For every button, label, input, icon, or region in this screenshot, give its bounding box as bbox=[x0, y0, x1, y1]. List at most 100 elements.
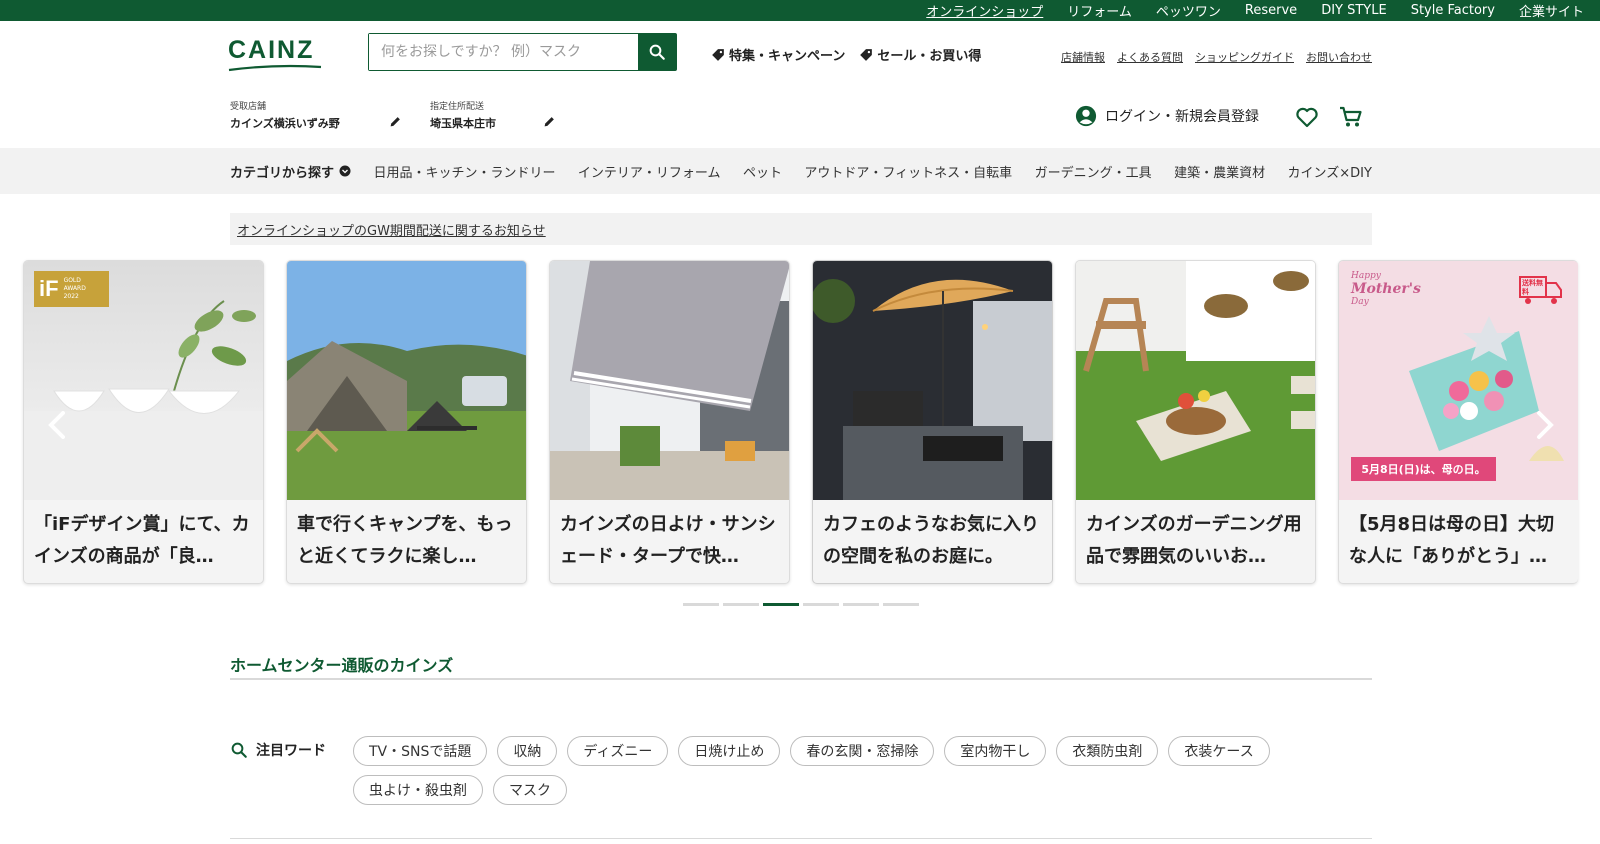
login-label: ログイン・新規会員登録 bbox=[1105, 109, 1259, 125]
section-title: ホームセンター通販のカインズ bbox=[230, 656, 454, 675]
carousel-card-camping[interactable]: 車で行くキャンプを、もっと近くてラクに楽し… bbox=[286, 260, 527, 584]
mothers-day-banner: 5月8日(日)は、母の日。 bbox=[1351, 457, 1496, 481]
carousel-card-shade[interactable]: カインズの日よけ・サンシェード・タープで快… bbox=[549, 260, 790, 584]
feature-carousel: iF GOLD AWARD 2022 「iFデザイン賞」にて、カインズの商品が「… bbox=[0, 260, 1600, 590]
carousel-card-cafe[interactable]: カフェのようなお気に入りの空間を私のお庭に。 bbox=[812, 260, 1053, 584]
account-icon bbox=[1075, 105, 1097, 127]
login-link[interactable]: ログイン・新規会員登録 bbox=[1075, 105, 1259, 127]
cart-icon[interactable] bbox=[1339, 106, 1363, 128]
tag-icon bbox=[712, 48, 724, 61]
sale-link-label: セール・お買い得 bbox=[877, 49, 982, 64]
keyword-chip[interactable]: 虫よけ・殺虫剤 bbox=[353, 775, 483, 805]
category-gardening[interactable]: ガーデニング・工具 bbox=[1035, 162, 1152, 181]
search-icon bbox=[231, 742, 247, 758]
if-award-badge: iF GOLD AWARD 2022 bbox=[34, 271, 109, 307]
award-text: GOLD AWARD 2022 bbox=[64, 277, 86, 301]
cafe-garden-image bbox=[813, 261, 1052, 500]
top-link-reform[interactable]: リフォーム bbox=[1067, 1, 1132, 20]
keyword-chip[interactable]: 衣装ケース bbox=[1168, 736, 1270, 766]
card-image: Happy Mother's Day 送料無料 5月8日(日)は、母の日。 bbox=[1339, 261, 1578, 500]
logo-swoosh-icon bbox=[228, 64, 322, 72]
carousel-card-gardening[interactable]: カインズのガーデニング用品で雰囲気のいいお… bbox=[1075, 260, 1316, 584]
top-link-style-factory[interactable]: Style Factory bbox=[1411, 3, 1495, 18]
bottom-divider bbox=[230, 838, 1372, 839]
camping-image bbox=[287, 261, 526, 500]
category-pet[interactable]: ペット bbox=[743, 162, 782, 181]
keyword-chip[interactable]: TV・SNSで話題 bbox=[353, 736, 488, 766]
delivery-address: 指定住所配送 埼玉県本庄市 bbox=[430, 99, 496, 131]
award-award: AWARD bbox=[63, 285, 86, 292]
campaign-link[interactable]: 特集・キャンペーン bbox=[711, 45, 845, 64]
cainz-logo[interactable]: CAINZ bbox=[228, 36, 322, 72]
gw-delivery-notice-link[interactable]: オンラインショップのGW期間配送に関するお知らせ bbox=[237, 220, 546, 239]
carousel-dot[interactable] bbox=[683, 603, 719, 606]
utility-links: 店舗情報 よくある質問 ショッピングガイド お問い合わせ bbox=[1061, 49, 1372, 65]
award-gold: GOLD bbox=[63, 277, 81, 284]
search-input[interactable] bbox=[369, 34, 638, 70]
faq-link[interactable]: よくある質問 bbox=[1117, 49, 1183, 65]
script-mothers: Mother's bbox=[1351, 281, 1421, 297]
card-title: カインズの日よけ・サンシェード・タープで快… bbox=[560, 514, 776, 567]
keyword-chip[interactable]: マスク bbox=[493, 775, 567, 805]
contact-link[interactable]: お問い合わせ bbox=[1306, 49, 1372, 65]
delivery-address-label: 指定住所配送 bbox=[430, 102, 485, 112]
category-daily-goods[interactable]: 日用品・キッチン・ランドリー bbox=[373, 162, 555, 181]
top-link-petsone[interactable]: ペッツワン bbox=[1156, 1, 1221, 20]
keyword-chip[interactable]: 収納 bbox=[497, 736, 558, 766]
card-title: 車で行くキャンプを、もっと近くてラクに楽し… bbox=[297, 514, 513, 567]
category-menu-label: カテゴリから探す bbox=[230, 165, 335, 181]
card-title: 【5月8日は母の日】大切な人に「ありがとう」… bbox=[1349, 514, 1555, 567]
chevron-down-circle-icon bbox=[339, 165, 351, 177]
pickup-store-value: カインズ横浜いずみ野 bbox=[230, 117, 340, 130]
sunshade-image bbox=[550, 261, 789, 500]
keyword-chip[interactable]: 室内物干し bbox=[944, 736, 1047, 766]
keyword-chip[interactable]: 衣類防虫剤 bbox=[1056, 736, 1159, 766]
carousel-dot-active[interactable] bbox=[763, 603, 799, 606]
keyword-chip[interactable]: ディズニー bbox=[567, 736, 669, 766]
section-divider bbox=[230, 678, 1372, 680]
category-cainz-diy[interactable]: カインズ×DIY bbox=[1288, 162, 1372, 181]
tag-icon bbox=[860, 48, 873, 61]
carousel-dot[interactable] bbox=[843, 603, 879, 606]
delivery-address-value: 埼玉県本庄市 bbox=[430, 117, 496, 130]
keyword-chip[interactable]: 日焼け止め bbox=[678, 736, 781, 766]
category-outdoor[interactable]: アウトドア・フィットネス・自転車 bbox=[804, 162, 1012, 181]
pickup-store-label: 受取店舗 bbox=[230, 102, 267, 112]
card-image bbox=[813, 261, 1052, 500]
edit-address-pencil-icon[interactable] bbox=[543, 115, 556, 128]
keyword-chip[interactable]: 春の玄関・窓掃除 bbox=[790, 736, 935, 766]
favorite-heart-icon[interactable] bbox=[1295, 106, 1319, 128]
top-bar: オンラインショップ リフォーム ペッツワン Reserve DIY STYLE … bbox=[0, 0, 1600, 21]
top-link-reserve[interactable]: Reserve bbox=[1245, 3, 1297, 18]
carousel-dot[interactable] bbox=[723, 603, 759, 606]
top-link-online-shop[interactable]: オンラインショップ bbox=[926, 1, 1043, 20]
top-link-corporate[interactable]: 企業サイト bbox=[1519, 1, 1584, 20]
card-title: 「iFデザイン賞」にて、カインズの商品が「良… bbox=[34, 514, 250, 567]
carousel-pagination bbox=[683, 603, 919, 606]
category-menu-button[interactable]: カテゴリから探す bbox=[230, 162, 351, 181]
carousel-prev-button[interactable] bbox=[42, 410, 72, 440]
search-button[interactable] bbox=[638, 34, 676, 70]
award-year: 2022 bbox=[63, 293, 79, 300]
category-interior[interactable]: インテリア・リフォーム bbox=[578, 162, 721, 181]
happy-mothers-day-script: Happy Mother's Day bbox=[1351, 271, 1421, 319]
card-title: カインズのガーデニング用品で雰囲気のいいお… bbox=[1086, 514, 1302, 567]
store-info-link[interactable]: 店舗情報 bbox=[1061, 49, 1105, 65]
carousel-dot[interactable] bbox=[883, 603, 919, 606]
sale-link[interactable]: セール・お買い得 bbox=[859, 45, 981, 64]
card-image bbox=[287, 261, 526, 500]
carousel-next-button[interactable] bbox=[1530, 410, 1560, 440]
script-day: Day bbox=[1351, 297, 1369, 307]
category-building[interactable]: 建築・農業資材 bbox=[1174, 162, 1265, 181]
script-happy: Happy bbox=[1351, 271, 1381, 281]
top-link-diy-style[interactable]: DIY STYLE bbox=[1321, 3, 1387, 18]
keywords-label: 注目ワード bbox=[230, 740, 326, 760]
card-image bbox=[1076, 261, 1315, 500]
chevron-left-icon bbox=[48, 411, 65, 439]
shopping-guide-link[interactable]: ショッピングガイド bbox=[1195, 49, 1294, 65]
promo-links: 特集・キャンペーン セール・お買い得 bbox=[711, 45, 981, 64]
category-nav-inner: カテゴリから探す 日用品・キッチン・ランドリー インテリア・リフォーム ペット … bbox=[230, 148, 1372, 194]
carousel-dot[interactable] bbox=[803, 603, 839, 606]
edit-store-pencil-icon[interactable] bbox=[389, 115, 402, 128]
keywords-label-text: 注目ワード bbox=[256, 743, 326, 759]
